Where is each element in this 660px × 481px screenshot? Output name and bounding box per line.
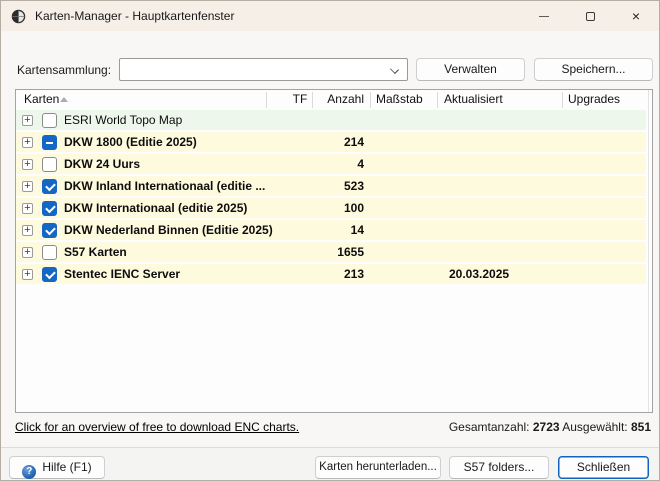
row-anzahl: 14	[312, 220, 364, 240]
caption-buttons: ×	[521, 1, 659, 31]
help-button[interactable]: ? Hilfe (F1)	[9, 456, 105, 479]
sort-asc-icon	[60, 97, 68, 102]
row-name: DKW 24 Uurs	[64, 154, 140, 174]
table-body: + ESRI World Topo Map + DKW 1800 (Editie…	[16, 110, 646, 286]
expand-icon[interactable]: +	[22, 181, 33, 192]
selected-label: Ausgewählt:	[562, 420, 627, 434]
row-anzahl: 100	[312, 198, 364, 218]
row-name: DKW Inland Internationaal (editie ...	[64, 176, 265, 196]
column-separator	[312, 92, 313, 108]
row-checkbox[interactable]	[42, 267, 57, 282]
expand-icon[interactable]: +	[22, 203, 33, 214]
expand-icon[interactable]: +	[22, 159, 33, 170]
totals-text: Gesamtanzahl: 2723 Ausgewählt: 851	[449, 420, 651, 434]
karten-manager-window: Karten-Manager - Hauptkartenfenster × Ka…	[0, 0, 660, 481]
help-button-label: Hilfe (F1)	[42, 460, 91, 474]
s57-folders-button[interactable]: S57 folders...	[449, 456, 549, 479]
minimize-button[interactable]	[521, 1, 567, 31]
column-separator	[370, 92, 371, 108]
row-name: DKW Nederland Binnen (Editie 2025)	[64, 220, 273, 240]
help-icon: ?	[22, 465, 36, 479]
expand-icon[interactable]: +	[22, 269, 33, 280]
row-anzahl: 4	[312, 154, 364, 174]
column-separator	[437, 92, 438, 108]
maximize-icon	[586, 12, 595, 21]
column-header-upgrades[interactable]: Upgrades	[568, 92, 620, 106]
table-row[interactable]: + Stentec IENC Server 213 20.03.2025	[16, 264, 646, 286]
row-checkbox[interactable]	[42, 157, 57, 172]
row-anzahl: 523	[312, 176, 364, 196]
app-globe-icon	[11, 9, 26, 24]
collection-label: Kartensammlung:	[17, 63, 111, 77]
table-row[interactable]: + DKW Inland Internationaal (editie ... …	[16, 176, 646, 198]
column-header-massstab[interactable]: Maßstab	[376, 92, 423, 106]
table-row[interactable]: + DKW 24 Uurs 4	[16, 154, 646, 176]
window-title: Karten-Manager - Hauptkartenfenster	[35, 9, 234, 23]
table-row[interactable]: + DKW Internationaal (editie 2025) 100	[16, 198, 646, 220]
column-separator	[562, 92, 563, 108]
row-checkbox[interactable]	[42, 245, 57, 260]
row-checkbox[interactable]	[42, 113, 57, 128]
table-row[interactable]: + ESRI World Topo Map	[16, 110, 646, 132]
row-anzahl: 213	[312, 264, 364, 284]
chevron-down-icon	[390, 65, 399, 74]
row-anzahl: 214	[312, 132, 364, 152]
total-label: Gesamtanzahl:	[449, 420, 530, 434]
row-checkbox[interactable]	[42, 135, 57, 150]
table-row[interactable]: + DKW Nederland Binnen (Editie 2025) 14	[16, 220, 646, 242]
row-aktualisiert: 20.03.2025	[449, 264, 509, 284]
column-header-aktualisiert[interactable]: Aktualisiert	[444, 92, 503, 106]
scrollbar-gutter	[648, 90, 649, 412]
row-checkbox[interactable]	[42, 223, 57, 238]
row-name: DKW Internationaal (editie 2025)	[64, 198, 247, 218]
table-header: Karten TF Anzahl Maßstab Aktualisiert Up…	[16, 90, 652, 110]
selected-value: 851	[631, 420, 651, 434]
row-anzahl: 1655	[312, 242, 364, 262]
table-row[interactable]: + DKW 1800 (Editie 2025) 214	[16, 132, 646, 154]
title-bar: Karten-Manager - Hauptkartenfenster ×	[1, 1, 659, 31]
schliessen-button[interactable]: Schließen	[558, 456, 649, 479]
expand-icon[interactable]: +	[22, 247, 33, 258]
column-header-anzahl[interactable]: Anzahl	[312, 92, 364, 106]
row-checkbox[interactable]	[42, 179, 57, 194]
manage-button[interactable]: Verwalten	[416, 58, 525, 81]
expand-icon[interactable]: +	[22, 115, 33, 126]
minimize-icon	[539, 16, 549, 17]
expand-icon[interactable]: +	[22, 137, 33, 148]
row-name: Stentec IENC Server	[64, 264, 180, 284]
row-name: S57 Karten	[64, 242, 127, 262]
column-separator	[266, 92, 267, 108]
close-button[interactable]: ×	[613, 1, 659, 31]
download-charts-button[interactable]: Karten herunterladen...	[315, 456, 441, 479]
close-icon: ×	[632, 9, 640, 23]
enc-charts-link[interactable]: Click for an overview of free to downloa…	[15, 420, 299, 434]
table-row[interactable]: + S57 Karten 1655	[16, 242, 646, 264]
total-value: 2723	[533, 420, 560, 434]
save-button[interactable]: Speichern...	[534, 58, 653, 81]
collection-combobox[interactable]	[119, 58, 408, 81]
charts-table: Karten TF Anzahl Maßstab Aktualisiert Up…	[15, 89, 653, 413]
row-name: ESRI World Topo Map	[64, 110, 182, 130]
expand-icon[interactable]: +	[22, 225, 33, 236]
maximize-button[interactable]	[567, 1, 613, 31]
row-checkbox[interactable]	[42, 201, 57, 216]
row-name: DKW 1800 (Editie 2025)	[64, 132, 197, 152]
column-header-karten[interactable]: Karten	[24, 92, 59, 106]
bottom-bar: ? Hilfe (F1) Karten herunterladen... S57 …	[1, 447, 659, 480]
